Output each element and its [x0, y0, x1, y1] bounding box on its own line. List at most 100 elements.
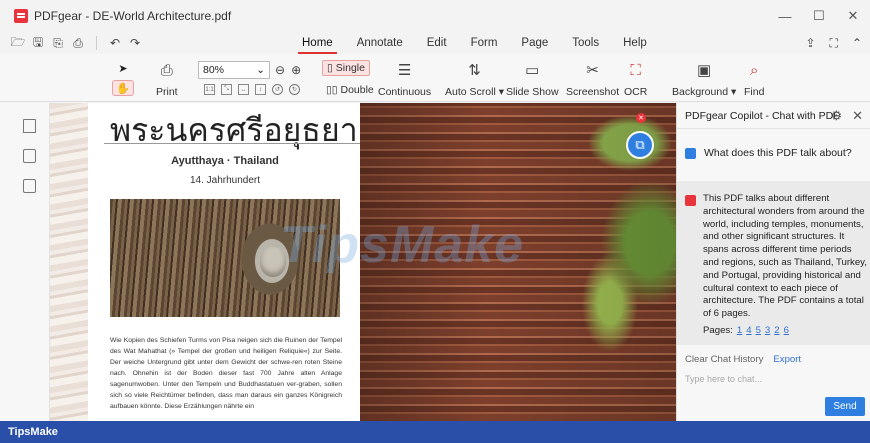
title-divider	[104, 143, 360, 144]
tipsmake-banner: TipsMake	[0, 421, 870, 443]
settings-icon[interactable]: ⚙	[830, 108, 842, 124]
save-icon[interactable]: 🖫	[30, 35, 46, 51]
window-controls: — ☐ ✕	[768, 0, 870, 32]
find-label: Find	[744, 86, 765, 98]
user-avatar-icon	[685, 147, 696, 159]
ribbon-toolbar: ➤ ✋ ⎙ Print 80% ⌄ ⊖ ⊕ 1:1 ⤡ ↔ ↕ ↺ ↻ ▯ Si…	[0, 54, 870, 102]
actual-size-icon[interactable]: 1:1	[204, 84, 215, 95]
pages-label: Pages:	[703, 325, 733, 336]
double-label: Double	[340, 84, 374, 96]
find-icon: ⌕	[750, 61, 759, 79]
fit-height-icon[interactable]: ↕	[255, 84, 266, 95]
pdfgear-logo-icon	[14, 9, 28, 23]
page-link[interactable]: 6	[784, 325, 789, 336]
auto-scroll-label: Auto Scroll ▾	[445, 86, 504, 98]
rotate-left-icon[interactable]: ↺	[272, 84, 283, 95]
thumbnails-icon[interactable]	[23, 149, 36, 163]
fit-width-icon[interactable]: ↔	[238, 84, 249, 95]
document-viewer[interactable]: พระนครศรีอยุธยา Ayutthaya · Thailand 14.…	[50, 103, 676, 421]
copilot-title: PDFgear Copilot - Chat with PDF	[685, 109, 840, 122]
chat-input[interactable]: Type here to chat...	[685, 374, 865, 384]
close-floating-icon[interactable]: ✕	[636, 113, 646, 123]
ocr-button[interactable]: ⛶ OCR	[624, 60, 648, 99]
zoom-out-icon[interactable]: ⊖	[275, 63, 285, 77]
tab-page[interactable]: Page	[509, 32, 560, 54]
continuous-label: Continuous	[378, 86, 432, 98]
copilot-header: PDFgear Copilot - Chat with PDF ⚙ ✕	[677, 103, 870, 129]
quick-access-toolbar: 🗁 🖫 ⎘ ⎙ ↶ ↷	[10, 35, 143, 51]
scissors-icon: ✂	[586, 62, 599, 79]
background-icon: ▣	[697, 62, 712, 79]
zoom-select[interactable]: 80% ⌄	[198, 61, 270, 79]
hand-tool-icon[interactable]: ✋	[112, 80, 134, 96]
zoom-value: 80%	[203, 64, 225, 76]
rotate-right-icon[interactable]: ↻	[289, 84, 300, 95]
background-button[interactable]: ▣ Background ▾	[672, 60, 736, 98]
tab-help[interactable]: Help	[611, 32, 659, 54]
send-button[interactable]: Send	[825, 397, 865, 416]
select-cursor-icon[interactable]: ➤	[112, 60, 134, 76]
print-label: Print	[156, 86, 178, 98]
fit-page-icon[interactable]: ⤡	[221, 84, 232, 95]
copilot-header-icons: ⚙ ✕	[830, 108, 863, 124]
save-as-icon[interactable]: ⎘	[50, 35, 66, 51]
page-century: 14. Jahrhundert	[189, 175, 261, 186]
tab-annotate[interactable]: Annotate	[345, 32, 415, 54]
comments-icon[interactable]	[23, 179, 36, 193]
maximize-button[interactable]: ☐	[802, 0, 836, 32]
fullscreen-icon[interactable]: ⛶	[830, 36, 838, 51]
chat-actions: Clear Chat History Export	[685, 354, 801, 365]
screenshot-button[interactable]: ✂ Screenshot	[566, 60, 619, 98]
copilot-floating-button[interactable]: ⧉	[626, 131, 654, 159]
page-body-text: Wie Kopien des Schiefen Turms von Pisa n…	[110, 337, 342, 410]
print-button[interactable]: ⎙ Print	[156, 60, 178, 99]
window-title: PDFgear - DE-World Architecture.pdf	[34, 9, 232, 23]
single-page-button[interactable]: ▯ Single	[322, 60, 370, 76]
page-link[interactable]: 1	[737, 325, 742, 336]
tab-edit[interactable]: Edit	[415, 32, 459, 54]
double-page-icon: ▯▯	[326, 84, 338, 96]
slide-show-button[interactable]: ▭ Slide Show	[506, 60, 559, 98]
copilot-panel: PDFgear Copilot - Chat with PDF ⚙ ✕ What…	[676, 103, 870, 421]
open-folder-icon[interactable]: 🗁	[10, 35, 26, 51]
clear-chat-history-button[interactable]: Clear Chat History	[685, 354, 763, 365]
banner-text: TipsMake	[8, 426, 58, 438]
collapse-ribbon-icon[interactable]: ⌃	[852, 36, 862, 50]
tab-form[interactable]: Form	[459, 32, 510, 54]
find-button[interactable]: ⌕ Find	[744, 60, 765, 99]
share-icon[interactable]: ⇪	[805, 36, 815, 50]
zoom-in-icon[interactable]: ⊕	[291, 63, 301, 77]
ocr-label: OCR	[624, 86, 648, 98]
continuous-icon: ☰	[397, 62, 412, 79]
page-link[interactable]: 2	[774, 325, 779, 336]
redo-icon[interactable]: ↷	[127, 35, 143, 51]
page-link[interactable]: 5	[756, 325, 761, 336]
minimize-button[interactable]: —	[768, 0, 802, 32]
undo-icon[interactable]: ↶	[107, 35, 123, 51]
title-bar: PDFgear - DE-World Architecture.pdf — ☐ …	[0, 0, 870, 32]
slide-show-label: Slide Show	[506, 86, 559, 98]
printer-icon: ⎙	[160, 61, 173, 79]
tab-home[interactable]: Home	[290, 32, 345, 54]
cursor-tools: ➤ ✋	[112, 60, 134, 96]
auto-scroll-button[interactable]: ⇅ Auto Scroll ▾	[445, 60, 504, 98]
bookmark-icon[interactable]	[23, 119, 36, 133]
menu-right-icons: ⇪ ⛶ ⌃	[805, 32, 862, 54]
close-panel-icon[interactable]: ✕	[852, 108, 863, 124]
tab-tools[interactable]: Tools	[560, 32, 611, 54]
screenshot-label: Screenshot	[566, 86, 620, 98]
toolbar-divider	[96, 36, 97, 50]
page-title-thai: พระนครศรีอยุธยา	[110, 111, 358, 149]
double-page-button[interactable]: ▯▯ Double	[326, 84, 374, 96]
page-link[interactable]: 3	[765, 325, 770, 336]
close-button[interactable]: ✕	[836, 0, 870, 32]
continuous-button[interactable]: ☰ Continuous	[378, 60, 431, 98]
export-button[interactable]: Export	[773, 354, 801, 365]
page-fit-tools: 1:1 ⤡ ↔ ↕ ↺ ↻	[204, 84, 300, 95]
print-quick-icon[interactable]: ⎙	[70, 35, 86, 51]
watermark-text: TipsMake	[280, 216, 525, 274]
slide-show-icon: ▭	[525, 62, 540, 79]
background-label: Background ▾	[672, 86, 737, 98]
page-link[interactable]: 4	[746, 325, 751, 336]
ribbon-tabs: Home Annotate Edit Form Page Tools Help	[290, 32, 659, 54]
